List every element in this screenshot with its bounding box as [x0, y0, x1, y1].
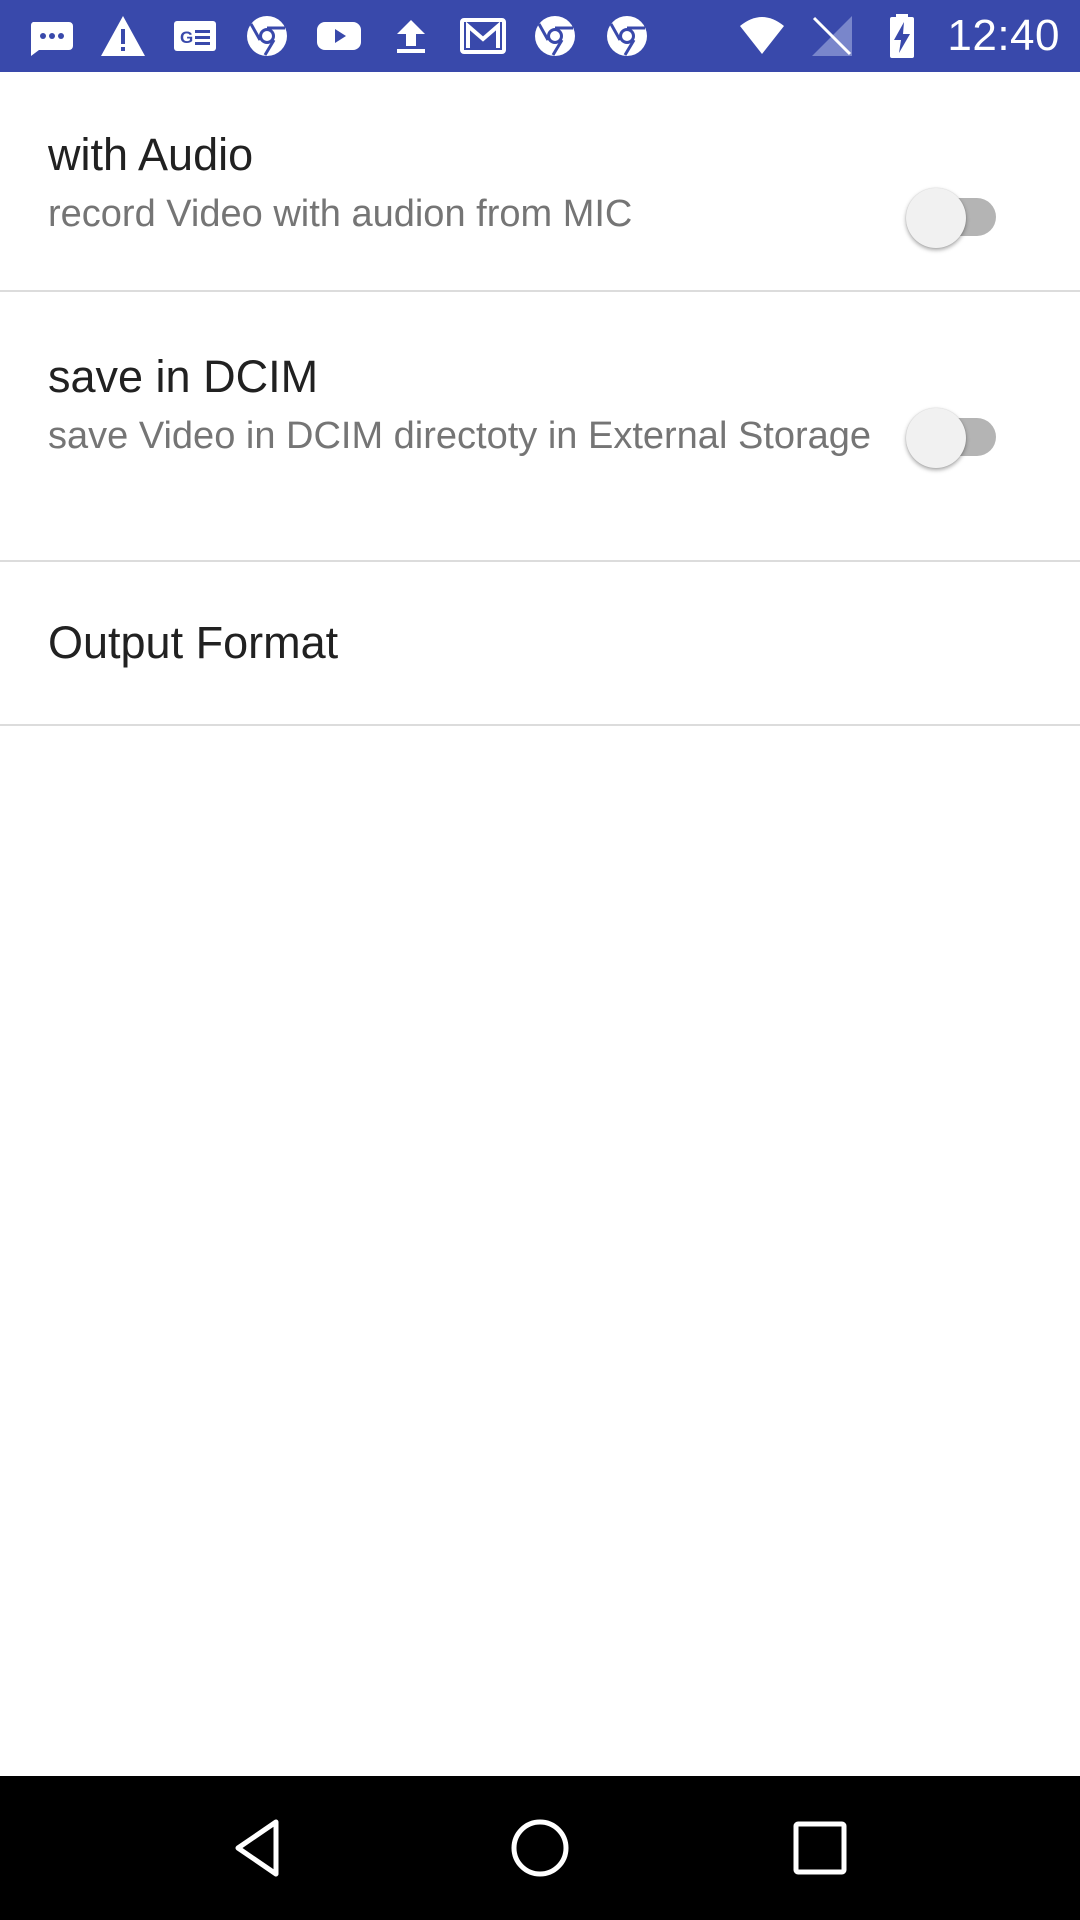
- gmail-icon: [458, 11, 508, 61]
- battery-charging-icon: [877, 11, 927, 61]
- back-icon[interactable]: [215, 1803, 305, 1893]
- upload-icon: [386, 11, 436, 61]
- warning-icon: [98, 11, 148, 61]
- home-icon[interactable]: [495, 1803, 585, 1893]
- pref-summary: record Video with audion from MIC: [48, 193, 633, 235]
- wifi-icon: [737, 11, 787, 61]
- news-icon: G: [170, 11, 220, 61]
- chrome-icon: [530, 11, 580, 61]
- system-status: 12:40: [737, 11, 1060, 61]
- messaging-icon: [26, 11, 76, 61]
- clock: 12:40: [947, 11, 1060, 60]
- pref-title: with Audio: [48, 129, 254, 180]
- pref-output-format[interactable]: Output Format: [0, 562, 1080, 726]
- pref-summary: save Video in DCIM directoty in External…: [48, 415, 872, 457]
- youtube-icon: [314, 11, 364, 61]
- notification-icons: G: [26, 11, 737, 61]
- chrome-icon: [602, 11, 652, 61]
- svg-text:G: G: [180, 28, 193, 47]
- pref-title: save in DCIM: [48, 351, 319, 402]
- switch-thumb: [906, 408, 966, 468]
- switch-thumb: [906, 188, 966, 248]
- navigation-bar: [0, 1776, 1080, 1920]
- pref-with-audio[interactable]: with Audio record Video with audion from…: [0, 72, 1080, 292]
- recents-icon[interactable]: [775, 1803, 865, 1893]
- no-signal-icon: [807, 11, 857, 61]
- save-in-dcim-switch[interactable]: [900, 402, 1000, 472]
- pref-title: Output Format: [48, 617, 339, 668]
- settings-list: with Audio record Video with audion from…: [0, 72, 1080, 726]
- chrome-icon: [242, 11, 292, 61]
- pref-save-in-dcim[interactable]: save in DCIM save Video in DCIM directot…: [0, 292, 1080, 562]
- with-audio-switch[interactable]: [900, 182, 1000, 252]
- status-bar: G 12:40: [0, 0, 1080, 72]
